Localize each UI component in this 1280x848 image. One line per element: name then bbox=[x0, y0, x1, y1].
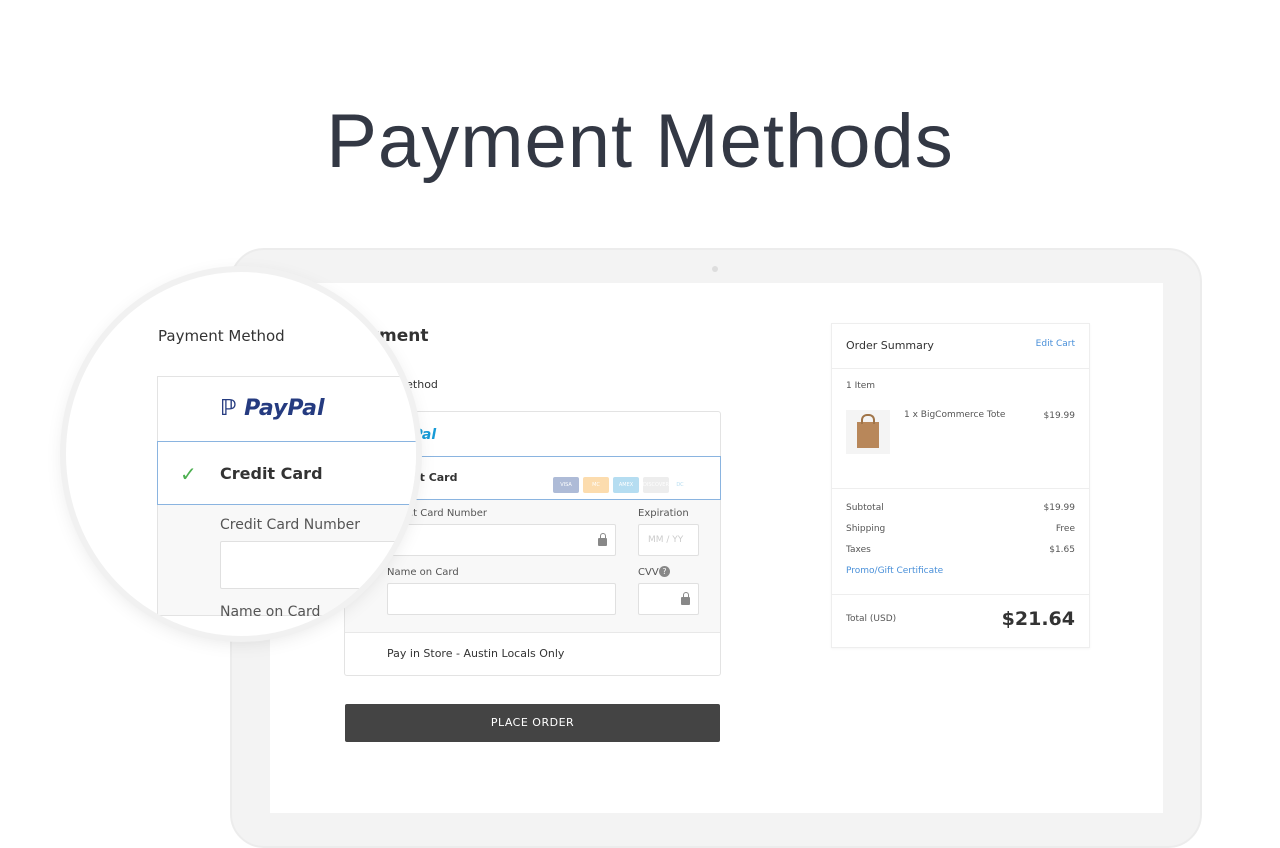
taxes-label: Taxes bbox=[846, 545, 871, 555]
check-icon: ✓ bbox=[180, 462, 197, 486]
cvv-label: CVV bbox=[638, 567, 659, 578]
item-price: $19.99 bbox=[1043, 411, 1076, 421]
lock-icon bbox=[598, 533, 607, 546]
zoomed-paypal-option[interactable]: ℙ PayPal bbox=[220, 396, 325, 421]
discover-icon: DISCOVER bbox=[643, 477, 669, 493]
shipping-value: Free bbox=[1055, 524, 1075, 534]
edit-cart-link[interactable]: Edit Cart bbox=[1036, 339, 1075, 352]
taxes-value: $1.65 bbox=[1049, 545, 1075, 555]
item-count: 1 Item bbox=[846, 381, 876, 391]
visa-icon: VISA bbox=[553, 477, 579, 493]
total-label: Total (USD) bbox=[846, 614, 897, 624]
zoomed-payment-method-label: Payment Method bbox=[158, 327, 285, 345]
zoomed-name-label: Name on Card bbox=[220, 604, 321, 620]
tote-thumbnail bbox=[846, 410, 890, 454]
order-summary: Order Summary Edit Cart 1 Item 1 x BigCom… bbox=[831, 323, 1090, 648]
camera-dot bbox=[712, 266, 718, 272]
zoomed-credit-card-option[interactable]: ✓ Credit Card bbox=[157, 441, 416, 505]
expiration-input[interactable]: MM / YY bbox=[638, 524, 699, 556]
cvv-input[interactable] bbox=[638, 583, 699, 615]
zoomed-card-number-label: Credit Card Number bbox=[220, 517, 360, 533]
page-title: Payment Methods bbox=[326, 99, 954, 184]
card-brand-icons: VISA MC AMEX DISCOVER DC bbox=[553, 471, 691, 493]
subtotal-label: Subtotal bbox=[846, 503, 884, 513]
expiration-label: Expiration bbox=[638, 508, 689, 519]
name-on-card-input[interactable] bbox=[387, 583, 616, 615]
diners-icon: DC bbox=[673, 477, 687, 493]
item-name: 1 x BigCommerce Tote bbox=[904, 410, 1006, 420]
shipping-label: Shipping bbox=[846, 524, 886, 534]
mastercard-icon: MC bbox=[583, 477, 609, 493]
zoomed-credit-card-label: Credit Card bbox=[220, 464, 323, 483]
promo-link[interactable]: Promo/Gift Certificate bbox=[846, 566, 943, 576]
card-number-input[interactable] bbox=[387, 524, 616, 556]
zoomed-card-number-input[interactable] bbox=[220, 541, 416, 589]
help-icon[interactable]: ? bbox=[659, 566, 670, 577]
total-value: $21.64 bbox=[1001, 608, 1075, 630]
magnifier-lens: Payment Method ℙ PayPal ✓ Credit Card Cr… bbox=[66, 272, 416, 636]
order-summary-title: Order Summary bbox=[846, 339, 934, 352]
lock-icon bbox=[681, 592, 690, 605]
subtotal-value: $19.99 bbox=[1043, 503, 1076, 513]
pay-in-store-option[interactable]: Pay in Store - Austin Locals Only bbox=[387, 647, 564, 660]
place-order-button[interactable]: PLACE ORDER bbox=[345, 704, 720, 742]
amex-icon: AMEX bbox=[613, 477, 639, 493]
